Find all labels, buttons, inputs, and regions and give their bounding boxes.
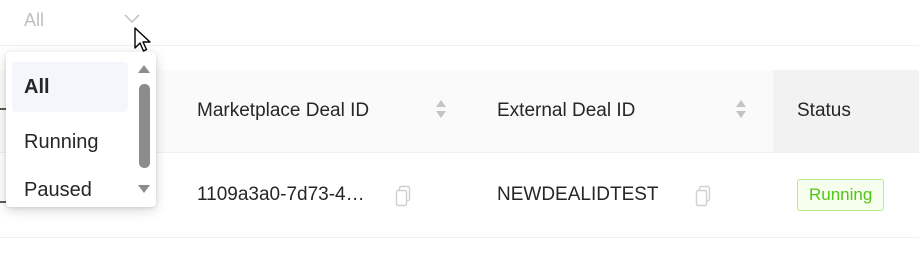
dropdown-scrollbar-thumb[interactable] <box>139 84 150 168</box>
mouse-cursor-icon <box>134 27 151 52</box>
copy-icon[interactable] <box>695 185 711 207</box>
dropdown-option-running[interactable]: Running <box>12 117 128 167</box>
dropdown-option-all[interactable]: All <box>12 62 128 112</box>
dropdown-option-paused[interactable]: Paused <box>12 165 128 207</box>
dropdown-option-label: Running <box>24 130 99 153</box>
marketplace-deal-id-value: 1109a3a0-7d73-4… <box>197 184 365 205</box>
external-deal-id-cell: NEWDEALIDTEST <box>497 153 659 237</box>
column-header-marketplace-deal-id[interactable]: Marketplace Deal ID <box>197 70 369 152</box>
sort-icon[interactable] <box>435 98 447 120</box>
column-header-external-deal-id[interactable]: External Deal ID <box>497 70 635 152</box>
marketplace-deal-id-cell: 1109a3a0-7d73-4… <box>197 153 365 237</box>
copy-icon[interactable] <box>395 185 411 207</box>
status-filter-value: All <box>24 10 45 30</box>
column-header-label: Marketplace Deal ID <box>197 100 370 121</box>
column-header-label: External Deal ID <box>497 100 636 121</box>
column-header-label: Status <box>797 100 851 121</box>
column-header-status: Status <box>797 70 851 152</box>
scroll-up-arrow-icon[interactable] <box>137 64 151 74</box>
sort-icon[interactable] <box>735 98 747 120</box>
status-filter-dropdown: All Running Paused <box>6 52 156 207</box>
status-filter-select[interactable]: All <box>10 0 146 42</box>
deals-page: All Marketplace Deal ID External Deal ID <box>0 0 919 261</box>
external-deal-id-value: NEWDEALIDTEST <box>497 184 659 205</box>
status-badge: Running <box>797 179 885 211</box>
dropdown-option-label: All <box>24 75 50 98</box>
scroll-down-arrow-icon[interactable] <box>137 184 151 194</box>
chevron-down-icon <box>124 14 140 24</box>
dropdown-option-label: Paused <box>24 178 92 201</box>
